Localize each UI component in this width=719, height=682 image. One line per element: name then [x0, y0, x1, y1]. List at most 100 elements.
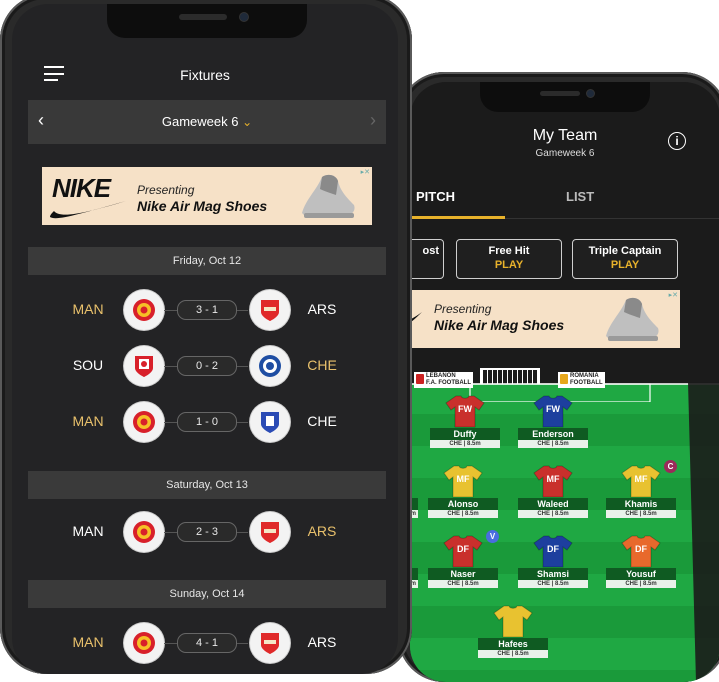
player-position: MF: [456, 474, 470, 484]
ad-product: Nike Air Mag Shoes: [137, 198, 268, 214]
board-line2: F.A. FOOTBALL: [426, 380, 471, 386]
chip-triple-captain[interactable]: Triple Captain PLAY: [572, 239, 678, 279]
away-team: ARS: [307, 523, 337, 539]
fixture-row[interactable]: SOU 0 - 2 CHE: [12, 344, 398, 388]
player-position: FW: [458, 404, 472, 414]
board-line1: LEBANON: [426, 373, 456, 379]
player-card[interactable]: Hafees CHE | 8.5m: [478, 604, 548, 658]
player-info: CHE | 8.5m: [518, 510, 588, 518]
player-info: CHE | 8.5m: [518, 440, 588, 448]
my-team-phone: My Team Gameweek 6 i PITCH LIST ost Free…: [398, 72, 719, 682]
chevron-right-icon[interactable]: ›: [370, 110, 376, 131]
fixture-row[interactable]: MAN 1 - 0 CHE: [12, 400, 398, 444]
home-crest-icon: [124, 346, 164, 386]
goal-net: [480, 368, 540, 384]
page-title: Fixtures: [180, 67, 230, 83]
info-icon[interactable]: i: [668, 132, 686, 150]
player-name: Duffy: [430, 428, 500, 440]
chip-action: PLAY: [494, 259, 524, 271]
front-camera: [586, 89, 595, 98]
fixtures-phone: Fixtures ‹ Gameweek 6 ⌄ › NIKE Presentin…: [0, 0, 412, 674]
phone-notch: [480, 82, 650, 112]
player-name: Khamis: [606, 498, 676, 510]
home-team: MAN: [72, 634, 104, 650]
player-shirt-icon: DF: [620, 534, 662, 568]
score-pill: 0 - 2: [177, 356, 237, 376]
player-shirt-icon: MF: [620, 464, 662, 498]
player-info: CHE | 8.5m: [478, 650, 548, 658]
gameweek-label[interactable]: Gameweek 6 ⌄: [28, 114, 386, 129]
active-tab-indicator: [410, 216, 505, 219]
player-name: Enderson: [518, 428, 588, 440]
shoe-image: [302, 174, 355, 218]
player-name: Hafees: [478, 638, 548, 650]
advertisement-banner[interactable]: NIKE Presenting Nike Air Mag Shoes ▸✕: [42, 167, 372, 225]
day-header: Friday, Oct 12: [28, 247, 386, 275]
away-team: CHE: [307, 357, 337, 373]
chip-bench-boost[interactable]: ost: [410, 239, 444, 279]
home-team: SOU: [72, 357, 104, 373]
player-card[interactable]: MF Khamis CHE | 8.5m C: [606, 460, 677, 518]
player-name: Yousuf: [606, 568, 676, 580]
player-shirt-icon: FW: [444, 394, 486, 428]
player-shirt-icon: MF: [442, 464, 484, 498]
home-crest-icon: [124, 402, 164, 442]
fixtures-screen: Fixtures ‹ Gameweek 6 ⌄ › NIKE Presentin…: [12, 4, 398, 674]
gameweek-selector[interactable]: ‹ Gameweek 6 ⌄ ›: [28, 100, 386, 144]
vice-captain-badge: V: [486, 530, 499, 543]
player-name: Shamsi: [518, 568, 588, 580]
player-info: CHE | 8.5m: [428, 580, 498, 588]
player-card[interactable]: DF Shamsi CHE | 8.5m: [518, 534, 588, 588]
player-card[interactable]: MF Alonso CHE | 8.5m: [428, 464, 498, 518]
shoe-image: [606, 297, 659, 341]
lebanon-flag-icon: [416, 374, 424, 384]
chip-free-hit[interactable]: Free Hit PLAY: [456, 239, 562, 279]
player-name: Waleed: [518, 498, 588, 510]
chip-action: PLAY: [610, 259, 640, 271]
day-header: Sunday, Oct 14: [28, 580, 386, 608]
phone-notch: [107, 4, 307, 38]
ad-presenting: Presenting: [434, 302, 492, 316]
away-team: ARS: [307, 634, 337, 650]
tab-list[interactable]: LIST: [566, 189, 594, 204]
player-card[interactable]: DF Naser CHE | 8.5m V: [428, 530, 499, 588]
away-crest-icon: [250, 402, 290, 442]
player-info: CHE | 8.5m: [606, 510, 676, 518]
ad-presenting: Presenting: [137, 183, 195, 197]
speaker-grille: [179, 14, 227, 20]
away-team: ARS: [307, 301, 337, 317]
captain-badge: C: [664, 460, 677, 473]
player-card[interactable]: MF Waleed CHE | 8.5m: [518, 464, 588, 518]
away-team: CHE: [307, 413, 337, 429]
ad-choices-icon[interactable]: ▸✕: [669, 291, 678, 299]
player-card[interactable]: DF Yousuf CHE | 8.5m: [606, 534, 676, 588]
home-crest-icon: [124, 623, 164, 663]
romania-crest-icon: [560, 374, 568, 384]
sponsor-board-lebanon: LEBANON F.A. FOOTBALL: [414, 372, 473, 388]
fixture-row[interactable]: MAN 2 - 3 ARS: [12, 510, 398, 554]
player-shirt-icon: MF: [532, 464, 574, 498]
player-shirt-icon: DF: [442, 534, 484, 568]
chip-label: ost: [422, 245, 440, 257]
player-card[interactable]: FW Duffy CHE | 8.5m: [430, 394, 500, 448]
home-crest-icon: [124, 290, 164, 330]
my-team-screen: My Team Gameweek 6 i PITCH LIST ost Free…: [410, 82, 719, 682]
player-position: DF: [635, 544, 647, 554]
fixture-row[interactable]: MAN 4 - 1 ARS: [12, 621, 398, 665]
home-team: MAN: [72, 413, 104, 429]
away-crest-icon: [250, 290, 290, 330]
advertisement-banner[interactable]: Presenting Nike Air Mag Shoes ▸✕: [410, 290, 680, 348]
fixture-row[interactable]: MAN 3 - 1 ARS: [12, 288, 398, 332]
day-header: Saturday, Oct 13: [28, 471, 386, 499]
nike-swoosh-icon: [50, 201, 126, 219]
player-position: DF: [547, 544, 559, 554]
sponsor-board-romania: ROMANIA FOOTBALL: [558, 372, 605, 388]
away-crest-icon: [250, 346, 290, 386]
chevron-down-icon[interactable]: ⌄: [242, 115, 252, 129]
score-pill: 1 - 0: [177, 412, 237, 432]
player-position: MF: [634, 474, 648, 484]
home-team: MAN: [72, 301, 104, 317]
player-card[interactable]: FW Enderson CHE | 8.5m: [518, 394, 588, 448]
tab-pitch[interactable]: PITCH: [416, 189, 455, 204]
ad-choices-icon[interactable]: ▸✕: [361, 168, 370, 176]
